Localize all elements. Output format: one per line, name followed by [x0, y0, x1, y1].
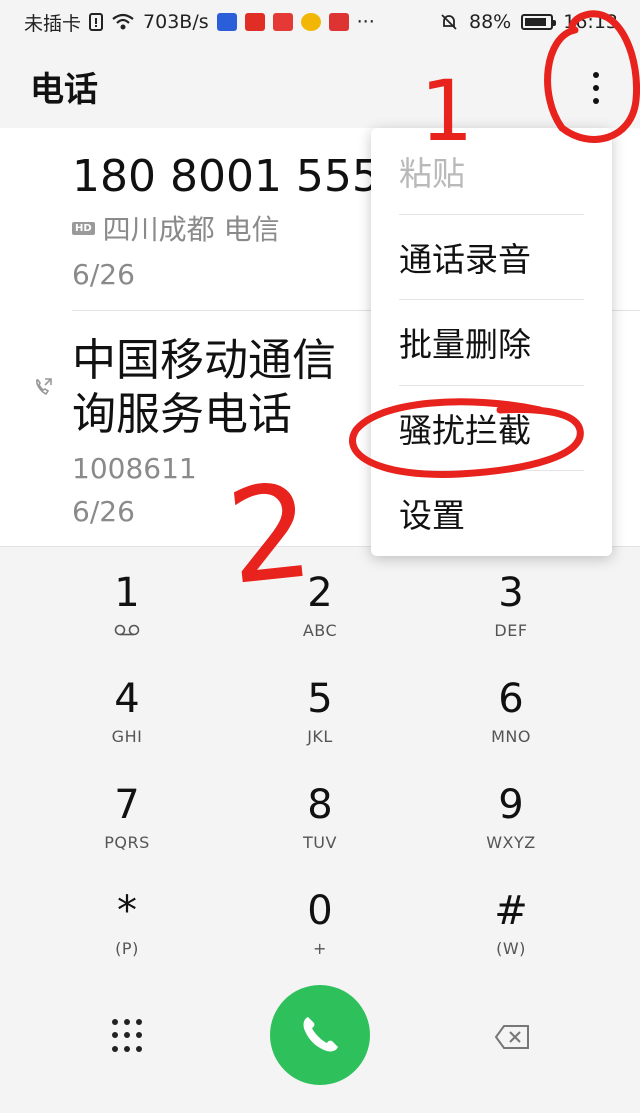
- dialpad: 1 2 ABC 3 DEF 4 GHI 5 JKL 6 MNO 7 PQRS 8…: [0, 546, 640, 1113]
- browser-app-icon: [300, 13, 321, 31]
- network-speed: 703B/s: [143, 11, 209, 33]
- dial-key-2[interactable]: 2 ABC: [220, 569, 420, 669]
- key-digit: 3: [498, 570, 524, 616]
- key-digit: 6: [498, 676, 524, 722]
- more-options-button[interactable]: [584, 68, 608, 108]
- menu-item-spam-blocking[interactable]: 骚扰拦截: [399, 385, 584, 471]
- call-number: 1008611: [72, 452, 197, 485]
- outgoing-call-icon: [36, 378, 52, 396]
- call-location: 四川成都 电信: [102, 213, 280, 246]
- sim-alert-icon: [89, 13, 104, 31]
- menu-item-paste[interactable]: 粘贴: [399, 128, 584, 214]
- baidu-app-icon: [216, 13, 237, 31]
- menu-item-batch-delete[interactable]: 批量删除: [399, 299, 584, 385]
- dial-key-star[interactable]: * (P): [27, 887, 227, 987]
- key-digit: 5: [307, 676, 333, 722]
- caller-name-line-1: 中国移动通信: [72, 335, 336, 386]
- dial-key-7[interactable]: 7 PQRS: [27, 781, 227, 881]
- key-digit: 9: [498, 782, 524, 828]
- key-letters: +: [313, 939, 327, 958]
- dial-key-0[interactable]: 0 +: [220, 887, 420, 987]
- key-letters: PQRS: [104, 833, 150, 852]
- hd-icon: HD: [72, 221, 95, 235]
- key-letters: WXYZ: [486, 833, 536, 852]
- toutiao-app-icon: [244, 13, 265, 31]
- key-digit: 0: [307, 888, 333, 934]
- page-title: 电话: [30, 69, 98, 110]
- dial-key-1[interactable]: 1: [27, 569, 227, 669]
- key-digit: 8: [307, 782, 333, 828]
- key-letters: TUV: [303, 833, 337, 852]
- key-digit: 1: [114, 570, 140, 616]
- key-digit: #: [494, 888, 528, 934]
- wifi-icon: [112, 13, 134, 30]
- dialpad-toggle-icon[interactable]: [112, 1019, 142, 1055]
- battery-icon: [521, 14, 557, 30]
- app-bar: 电话: [0, 44, 640, 128]
- key-letters: MNO: [491, 727, 531, 746]
- dial-key-6[interactable]: 6 MNO: [411, 675, 611, 775]
- mute-bell-icon: [441, 14, 457, 30]
- key-letters: ABC: [302, 621, 338, 640]
- call-date: 6/26: [72, 495, 135, 528]
- dial-key-5[interactable]: 5 JKL: [220, 675, 420, 775]
- kuaibao-app-icon: [272, 13, 293, 31]
- key-digit: 2: [307, 570, 333, 616]
- status-bar: 未插卡 703B/s ··· 88% 16:13: [0, 0, 640, 44]
- call-button[interactable]: [270, 985, 370, 1085]
- battery-percent: 88%: [469, 11, 512, 33]
- clock: 16:13: [563, 11, 618, 33]
- caller-name-line-2: 询服务电话: [72, 389, 292, 440]
- call-number: 180 8001 555: [72, 151, 380, 202]
- dial-key-4[interactable]: 4 GHI: [27, 675, 227, 775]
- key-letters: GHI: [111, 727, 143, 746]
- dial-key-hash[interactable]: # (W): [411, 887, 611, 987]
- more-notifications-icon: ···: [356, 11, 375, 33]
- menu-item-settings[interactable]: 设置: [399, 470, 584, 556]
- phone-icon: [303, 1017, 338, 1052]
- key-digit: 4: [114, 676, 140, 722]
- dial-key-3[interactable]: 3 DEF: [411, 569, 611, 669]
- call-log-item[interactable]: 180 8001 555 HD 四川成都 电信 6/26: [72, 150, 380, 291]
- key-letters: (W): [496, 939, 526, 958]
- key-letters: (P): [115, 939, 139, 958]
- reader-app-icon: [328, 13, 349, 31]
- carrier-label: 未插卡: [24, 12, 82, 35]
- key-digit: 7: [114, 782, 140, 828]
- key-letters: DEF: [494, 621, 528, 640]
- key-letters: JKL: [307, 727, 333, 746]
- call-log-item[interactable]: 中国移动通信 询服务电话 1008611 6/26: [72, 334, 336, 528]
- backspace-icon[interactable]: [494, 1024, 530, 1050]
- dial-key-8[interactable]: 8 TUV: [220, 781, 420, 881]
- overflow-menu: 粘贴 通话录音 批量删除 骚扰拦截 设置: [371, 128, 612, 556]
- key-digit: *: [117, 888, 137, 934]
- call-date: 6/26: [72, 258, 135, 291]
- voicemail-icon: [27, 621, 227, 640]
- dial-key-9[interactable]: 9 WXYZ: [411, 781, 611, 881]
- menu-item-call-recording[interactable]: 通话录音: [399, 214, 584, 300]
